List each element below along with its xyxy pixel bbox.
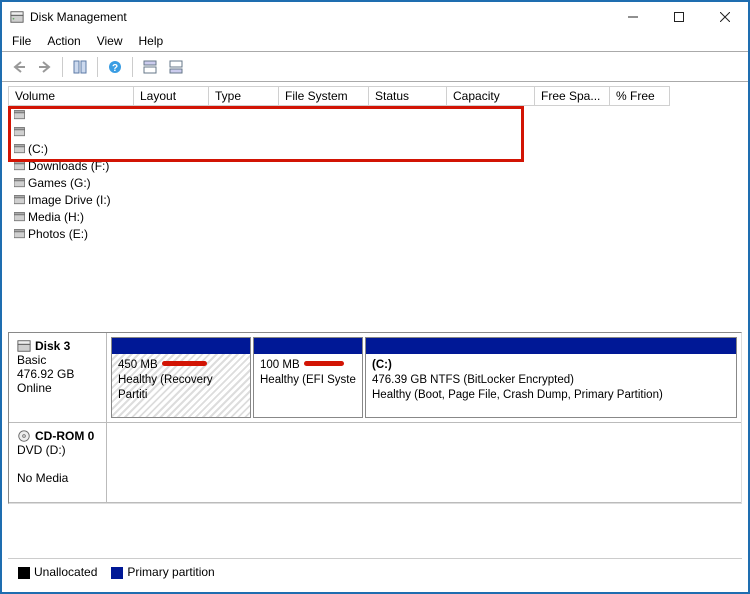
column-header[interactable]: % Free: [610, 87, 670, 106]
table-row[interactable]: Media (H:)SimpleBasicNTFSHealthy (P...51…: [8, 208, 133, 225]
volume-icon: [14, 161, 26, 171]
volume-icon: [14, 195, 26, 205]
graphical-view[interactable]: Disk 3 Basic 476.92 GB Online 450 MBHeal…: [8, 332, 742, 504]
volume-icon: [14, 229, 26, 239]
volume-icon: [14, 178, 26, 188]
table-row[interactable]: (C:)SimpleBasicNTFS (BitL...Healthy (B..…: [8, 140, 133, 157]
close-button[interactable]: [702, 2, 748, 32]
cd-icon: [17, 429, 31, 443]
menubar: File Action View Help: [2, 32, 748, 52]
volume-icon: [14, 212, 26, 222]
table-row[interactable]: SimpleBasicHealthy (E...100 MB100 MB100 …: [8, 123, 133, 140]
volume-list[interactable]: VolumeLayoutTypeFile SystemStatusCapacit…: [2, 82, 748, 326]
menu-help[interactable]: Help: [139, 34, 164, 49]
disk-3-label[interactable]: Disk 3 Basic 476.92 GB Online: [9, 333, 107, 422]
table-row[interactable]: Image Drive (I:)SimpleBasicNTFSHealthy (…: [8, 191, 133, 208]
column-header[interactable]: File System: [279, 87, 369, 106]
partition-recovery[interactable]: 450 MBHealthy (Recovery Partiti: [111, 337, 251, 418]
volume-icon: [14, 144, 26, 154]
layout-button[interactable]: [69, 56, 91, 78]
legend: Unallocated Primary partition: [8, 558, 742, 585]
window-title: Disk Management: [30, 10, 127, 24]
toolbar: ?: [2, 52, 748, 82]
help-button[interactable]: ?: [104, 56, 126, 78]
menu-file[interactable]: File: [12, 34, 31, 49]
table-row[interactable]: Downloads (F:)SimpleBasicNTFSHealthy (P.…: [8, 157, 133, 174]
menu-view[interactable]: View: [97, 34, 123, 49]
column-header[interactable]: Status: [369, 87, 447, 106]
view-bottom-button[interactable]: [165, 56, 187, 78]
column-header[interactable]: Layout: [134, 87, 209, 106]
table-row[interactable]: Games (G:)SimpleBasicNTFSHealthy (P...12…: [8, 174, 133, 191]
volume-icon: [14, 110, 26, 120]
partition-c[interactable]: (C:)476.39 GB NTFS (BitLocker Encrypted)…: [365, 337, 737, 418]
titlebar: Disk Management: [2, 2, 748, 32]
column-header[interactable]: Capacity: [447, 87, 535, 106]
redaction-annotation: [162, 361, 207, 366]
maximize-button[interactable]: [656, 2, 702, 32]
column-header[interactable]: Free Spa...: [535, 87, 610, 106]
svg-text:?: ?: [112, 63, 118, 74]
cdrom-label[interactable]: CD-ROM 0 DVD (D:) No Media: [9, 423, 107, 502]
column-header[interactable]: Type: [209, 87, 279, 106]
column-header[interactable]: Volume: [9, 87, 134, 106]
partition-efi[interactable]: 100 MBHealthy (EFI Syste: [253, 337, 363, 418]
forward-button[interactable]: [34, 56, 56, 78]
back-button[interactable]: [8, 56, 30, 78]
volume-icon: [14, 127, 26, 137]
menu-action[interactable]: Action: [47, 34, 80, 49]
minimize-button[interactable]: [610, 2, 656, 32]
table-row[interactable]: Photos (E:)SimpleBasicNTFSHealthy (P...4…: [8, 225, 133, 242]
redaction-annotation: [304, 361, 344, 366]
disk-icon: [10, 10, 24, 24]
view-top-button[interactable]: [139, 56, 161, 78]
disk-icon: [17, 339, 31, 353]
table-row[interactable]: SimpleBasicHealthy (R...450 MB450 MB100 …: [8, 106, 133, 123]
